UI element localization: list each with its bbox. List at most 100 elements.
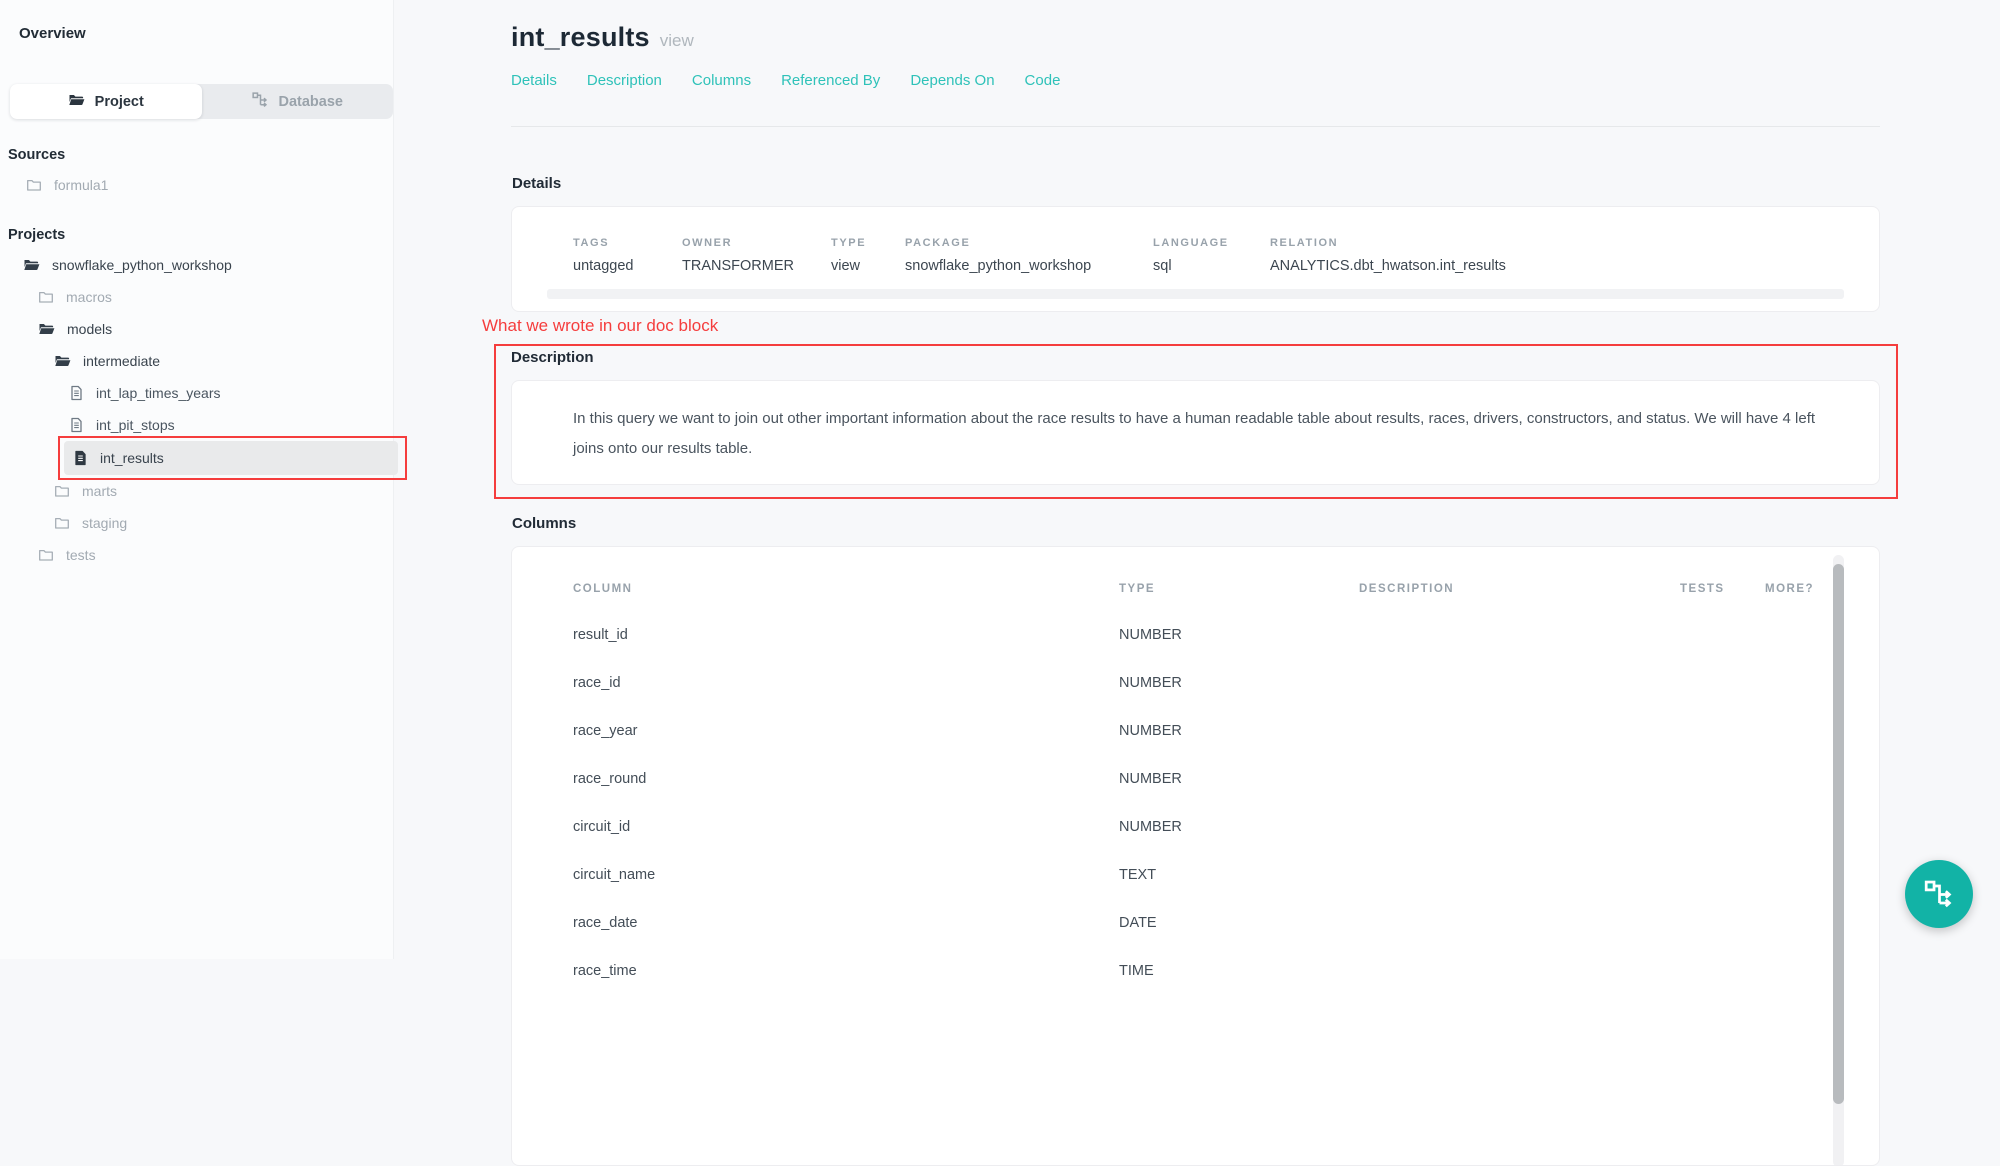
table-header-row: COLUMN TYPE DESCRIPTION TESTS MORE? (573, 583, 1879, 595)
sidebar-item-staging[interactable]: staging (54, 507, 393, 539)
document-solid-icon (73, 450, 88, 466)
field-value: snowflake_python_workshop (905, 258, 1153, 274)
page-title: int_results (511, 22, 650, 53)
field-value: ANALYTICS.dbt_hwatson.int_results (1270, 258, 1844, 274)
document-icon (69, 385, 84, 401)
tab-details[interactable]: Details (511, 72, 557, 89)
field-package: PACKAGE snowflake_python_workshop (905, 237, 1153, 274)
description-card: In this query we want to join out other … (511, 380, 1880, 485)
sources-heading: Sources (0, 147, 393, 163)
column-header: COLUMN (573, 583, 1119, 595)
tree-item-label: int_lap_times_years (96, 385, 221, 401)
details-heading: Details (512, 175, 1880, 192)
folder-open-icon (38, 321, 55, 337)
column-header: TYPE (1119, 583, 1359, 595)
database-toggle-label: Database (279, 94, 343, 110)
lineage-tree-icon (252, 92, 269, 112)
column-type-cell: NUMBER (1119, 723, 1359, 739)
field-value: untagged (573, 258, 682, 274)
project-toggle-button[interactable]: Project (10, 84, 202, 119)
column-name-cell: race_year (573, 723, 1119, 739)
tree-item-label: snowflake_python_workshop (52, 257, 232, 273)
folder-open-icon (23, 257, 40, 273)
details-collapsed-bar (547, 289, 1844, 299)
sidebar-item-int-lap-times-years[interactable]: int_lap_times_years (69, 377, 393, 409)
sidebar-item-tests[interactable]: tests (38, 539, 393, 571)
table-row[interactable]: circuit_name TEXT (573, 851, 1879, 899)
table-row[interactable]: race_round NUMBER (573, 755, 1879, 803)
section-tabs: Details Description Columns Referenced B… (511, 72, 1880, 89)
table-row[interactable]: result_id NUMBER (573, 611, 1879, 659)
column-name-cell: result_id (573, 627, 1119, 643)
sidebar-item-marts[interactable]: marts (54, 475, 393, 507)
folder-icon (38, 289, 54, 305)
sidebar-item-intermediate[interactable]: intermediate (54, 345, 393, 377)
field-type: TYPE view (831, 237, 905, 274)
table-body: result_id NUMBER race_id NUMBER (573, 611, 1879, 995)
folder-open-icon (68, 92, 85, 112)
folder-open-icon (54, 353, 71, 369)
table-row[interactable]: race_date DATE (573, 899, 1879, 947)
table-row[interactable]: race_time TIME (573, 947, 1879, 995)
folder-icon (54, 483, 70, 499)
tree-item-label: macros (66, 289, 112, 305)
column-name-cell: circuit_name (573, 867, 1119, 883)
folder-icon (26, 177, 42, 193)
details-fields: TAGS untagged OWNER TRANSFORMER TYPE vie… (547, 237, 1844, 274)
sidebar-item-formula1[interactable]: formula1 (26, 169, 393, 201)
table-row[interactable]: race_year NUMBER (573, 707, 1879, 755)
tree-item-label: models (67, 321, 112, 337)
annotation-text: What we wrote in our doc block (482, 316, 1880, 336)
field-label: RELATION (1270, 237, 1844, 249)
column-type-cell: NUMBER (1119, 627, 1359, 643)
columns-heading: Columns (512, 515, 1880, 532)
column-header: MORE? (1765, 583, 1825, 595)
columns-section: Columns COLUMN TYPE DESCRIPTION TESTS MO… (511, 515, 1880, 1166)
overview-heading: Overview (0, 25, 393, 42)
projects-heading: Projects (0, 227, 393, 243)
database-toggle-button[interactable]: Database (202, 84, 394, 119)
description-body: In this query we want to join out other … (573, 404, 1844, 464)
sidebar-item-int-results[interactable]: int_results (64, 441, 398, 475)
column-name-cell: circuit_id (573, 819, 1119, 835)
table-row[interactable]: circuit_id NUMBER (573, 803, 1879, 851)
folder-icon (38, 547, 54, 563)
tab-description[interactable]: Description (587, 72, 662, 89)
tree-item-label: intermediate (83, 353, 160, 369)
project-toggle-label: Project (95, 94, 144, 110)
tab-referenced-by[interactable]: Referenced By (781, 72, 880, 89)
field-value: view (831, 258, 905, 274)
table-scrollbar-thumb[interactable] (1833, 564, 1844, 1104)
column-name-cell: race_id (573, 675, 1119, 691)
column-type-cell: TEXT (1119, 867, 1359, 883)
field-tags: TAGS untagged (573, 237, 682, 274)
field-label: TYPE (831, 237, 905, 249)
column-type-cell: NUMBER (1119, 771, 1359, 787)
field-relation: RELATION ANALYTICS.dbt_hwatson.int_resul… (1270, 237, 1844, 274)
tree-item-label: formula1 (54, 177, 108, 193)
tree-item-label: tests (66, 547, 96, 563)
field-language: LANGUAGE sql (1153, 237, 1270, 274)
document-icon (69, 417, 84, 433)
field-value: TRANSFORMER (682, 258, 831, 274)
sidebar-item-int-pit-stops[interactable]: int_pit_stops (69, 409, 393, 441)
tab-code[interactable]: Code (1025, 72, 1061, 89)
view-toggle: Project Database (10, 84, 393, 119)
projects-tree: snowflake_python_workshop macros models … (0, 249, 393, 571)
sidebar-item-macros[interactable]: macros (38, 281, 393, 313)
tree-item-label: marts (82, 483, 117, 499)
page-title-bar: int_results view (511, 22, 1880, 53)
sources-tree: formula1 (0, 169, 393, 201)
table-row[interactable]: race_id NUMBER (573, 659, 1879, 707)
sidebar: Overview Project Database Sources (0, 0, 394, 959)
sidebar-item-snowflake-python-workshop[interactable]: snowflake_python_workshop (23, 249, 393, 281)
details-card: TAGS untagged OWNER TRANSFORMER TYPE vie… (511, 206, 1880, 312)
sidebar-item-models[interactable]: models (38, 313, 393, 345)
tab-columns[interactable]: Columns (692, 72, 751, 89)
tab-depends-on[interactable]: Depends On (910, 72, 994, 89)
column-type-cell: DATE (1119, 915, 1359, 931)
app-root: Overview Project Database Sources (0, 0, 2000, 959)
tree-item-label: int_results (100, 450, 164, 466)
tree-item-label: staging (82, 515, 127, 531)
details-section: Details TAGS untagged OWNER TRANSFORMER … (511, 175, 1880, 312)
